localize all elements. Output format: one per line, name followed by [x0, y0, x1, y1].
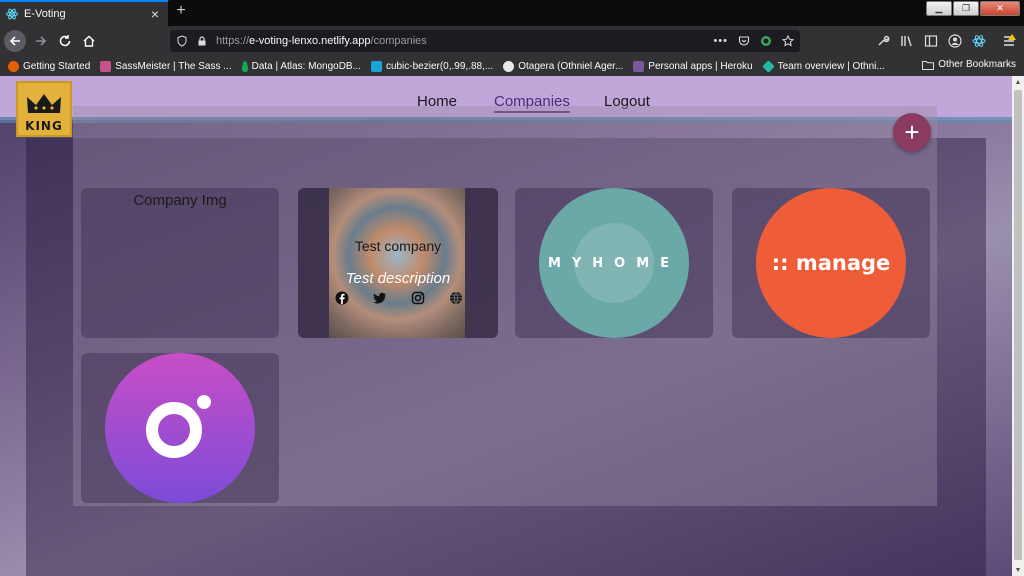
facebook-icon[interactable] [335, 291, 349, 305]
bookmarks-toolbar: Getting Started SassMeister | The Sass .… [0, 56, 1024, 76]
company-card-myhome[interactable]: MYHOME [515, 188, 713, 338]
react-icon [6, 8, 18, 20]
mongodb-leaf-icon [241, 60, 248, 72]
firefox-icon [8, 60, 19, 72]
myhome-logo: MYHOME [539, 188, 689, 338]
react-devtools-icon[interactable] [972, 34, 986, 48]
add-company-button[interactable]: + [893, 113, 931, 151]
twitter-icon[interactable] [373, 291, 387, 305]
company-image [329, 188, 465, 338]
logo-text: KING [25, 119, 63, 133]
menu-icon[interactable] [1002, 34, 1016, 48]
company-name: Test company [354, 238, 442, 254]
bookmark-item[interactable]: cubic-bezier(0,.99,.88,... [370, 60, 493, 72]
restore-button[interactable]: ❐ [953, 1, 979, 16]
pocket-icon[interactable] [738, 35, 750, 47]
wrench-icon[interactable] [876, 34, 890, 48]
home-button[interactable] [78, 30, 100, 52]
sassmeister-icon [100, 60, 112, 72]
bookmark-item[interactable]: Personal apps | Heroku [633, 60, 753, 72]
tab-close-icon[interactable]: × [148, 6, 162, 22]
camera-icon [140, 388, 220, 468]
cubic-bezier-icon [370, 60, 382, 72]
shield-icon[interactable] [176, 35, 188, 47]
lock-icon[interactable] [196, 35, 208, 47]
url-domain: e-voting-lenxo.netlify.app [249, 35, 371, 47]
reload-button[interactable] [54, 30, 76, 52]
company-card-test[interactable]: Test company Test description [298, 188, 498, 338]
tab-title: E-Voting [24, 8, 66, 20]
company-card-placeholder[interactable]: Company Img [81, 188, 279, 338]
myhome-logo-text: MYHOME [547, 255, 681, 271]
forward-button[interactable] [30, 30, 52, 52]
bookmark-item[interactable]: Data | Atlas: MongoDB... [241, 60, 361, 72]
window-close-button[interactable]: ✕ [980, 1, 1020, 16]
folder-icon [922, 60, 935, 70]
bookmark-star-icon[interactable] [782, 35, 794, 47]
crown-icon [26, 93, 62, 115]
scroll-up-icon[interactable]: ▲ [1012, 76, 1024, 88]
company-description: Test description [345, 270, 451, 287]
url-path: /companies [370, 35, 427, 47]
scrollbar-thumb[interactable] [1014, 90, 1022, 560]
page-actions-icon[interactable]: ••• [713, 35, 728, 47]
sidebar-icon[interactable] [924, 34, 938, 48]
bookmark-item[interactable]: Team overview | Othni... [761, 59, 885, 73]
window-controls: ▁ ❐ ✕ [926, 1, 1020, 16]
url-scheme: https:// [216, 35, 250, 47]
browser-toolbar: https:// e-voting-lenxo.netlify.app /com… [0, 26, 1024, 56]
globe-icon[interactable] [449, 291, 463, 305]
minimize-button[interactable]: ▁ [926, 1, 952, 16]
account-icon[interactable] [948, 34, 962, 48]
bookmark-item[interactable]: Otagera (Othniel Ager... [503, 60, 623, 72]
manage-logo: :: manage [756, 188, 906, 338]
heroku-icon [633, 60, 645, 72]
url-bar[interactable]: https:// e-voting-lenxo.netlify.app /com… [170, 30, 800, 52]
back-button[interactable] [4, 30, 26, 52]
company-card-camera[interactable] [81, 353, 279, 503]
social-links [335, 291, 463, 305]
bookmark-item[interactable]: Getting Started [8, 60, 90, 72]
new-tab-button[interactable]: + [172, 2, 190, 20]
camera-app-logo [105, 353, 255, 503]
browser-tab[interactable]: E-Voting × [0, 0, 168, 26]
library-icon[interactable] [900, 34, 914, 48]
other-bookmarks[interactable]: Other Bookmarks [922, 59, 1016, 70]
scroll-down-icon[interactable]: ▼ [1012, 564, 1024, 576]
extension-icon[interactable] [760, 35, 772, 47]
manage-logo-text: :: manage [771, 251, 891, 275]
site-logo[interactable]: KING [16, 81, 72, 137]
page-scrollbar[interactable]: ▲ ▼ [1012, 76, 1024, 576]
instagram-icon[interactable] [411, 291, 425, 305]
netlify-icon [761, 59, 775, 73]
browser-tab-bar: E-Voting × + ▁ ❐ ✕ [0, 0, 1024, 26]
company-card-manage[interactable]: :: manage [732, 188, 930, 338]
company-img-label: Company Img [133, 192, 227, 209]
github-icon [503, 60, 515, 72]
bookmark-item[interactable]: SassMeister | The Sass ... [100, 60, 232, 72]
